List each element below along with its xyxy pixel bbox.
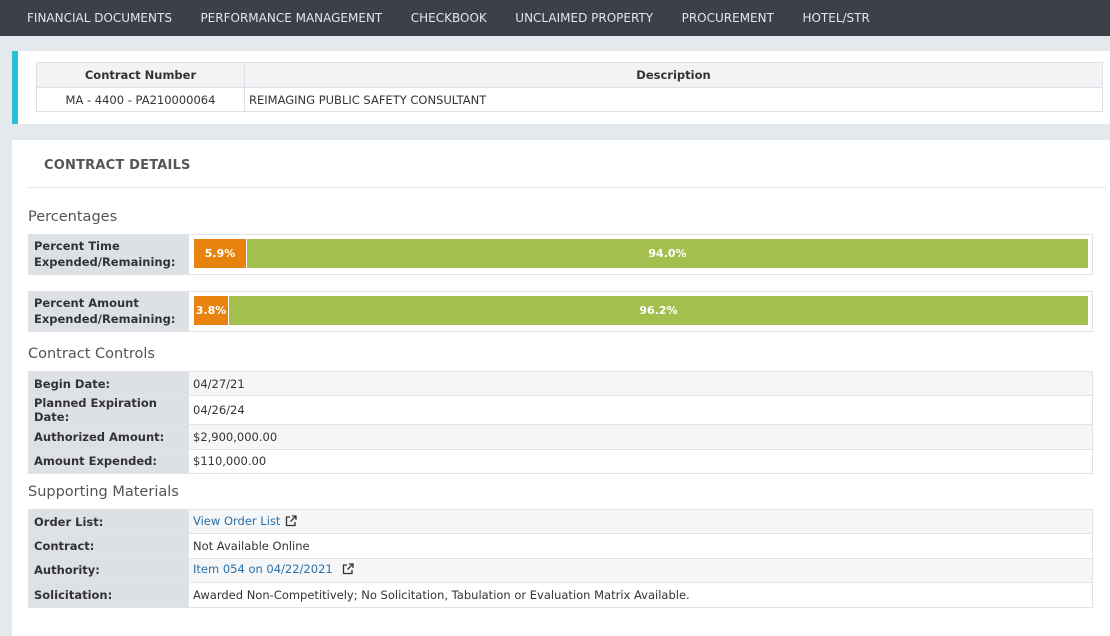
percent-time-row: Percent Time Expended/Remaining: 5.9% 94… [28,234,1093,275]
solicitation-label: Solicitation: [28,582,189,608]
table-row: Contract: Not Available Online [28,533,1093,559]
contract-details-card: CONTRACT DETAILS Percentages Percent Tim… [12,140,1110,636]
percent-amount-label-line1: Percent Amount [34,296,139,310]
nav-unclaimed-property[interactable]: UNCLAIMED PROPERTY [515,11,653,25]
nav-hotel-str[interactable]: HOTEL/STR [802,11,869,25]
order-list-label: Order List: [28,508,189,535]
nav-procurement[interactable]: PROCUREMENT [682,11,774,25]
authorized-amount-label: Authorized Amount: [28,424,189,450]
authorized-amount-value: $2,900,000.00 [188,424,1093,450]
top-nav: FINANCIAL DOCUMENTS PERFORMANCE MANAGEME… [0,0,1110,36]
order-list-cell: View Order List [188,508,1093,535]
description-header: Description [244,62,1103,88]
card-title: CONTRACT DETAILS [44,158,191,173]
nav-performance-management[interactable]: PERFORMANCE MANAGEMENT [200,11,382,25]
percent-time-label: Percent Time Expended/Remaining: [29,235,189,274]
supporting-materials-table: Order List: View Order List Contract: No… [28,508,1093,608]
percent-amount-bar: 3.8% 96.2% [194,296,1088,325]
table-row: Planned Expiration Date: 04/26/24 [28,395,1093,426]
percentages-title: Percentages [28,209,118,225]
description-value: REIMAGING PUBLIC SAFETY CONSULTANT [244,87,1103,112]
contract-header-card: Contract Number Description MA - 4400 - … [12,51,1110,124]
begin-date-label: Begin Date: [28,370,189,397]
nav-financial-documents[interactable]: FINANCIAL DOCUMENTS [27,11,172,25]
external-link-icon[interactable] [342,563,354,578]
table-row: Authority: Item 054 on 04/22/2021 [28,557,1093,584]
divider [28,187,1106,188]
amount-expended-segment: 3.8% [194,296,229,325]
time-expended-segment: 5.9% [194,239,247,268]
table-row: Authorized Amount: $2,900,000.00 [28,424,1093,450]
contract-controls-table: Begin Date: 04/27/21 Planned Expiration … [28,370,1093,475]
percent-time-label-line1: Percent Time [34,239,120,253]
percent-amount-label-line2: Expended/Remaining: [34,311,176,326]
contract-value: Not Available Online [188,533,1093,559]
percent-time-label-line2: Expended/Remaining: [34,254,176,269]
table-row: Order List: View Order List [28,508,1093,535]
table-row: Begin Date: 04/27/21 [28,370,1093,397]
amount-expended-value: $110,000.00 [188,448,1093,475]
nav-checkbook[interactable]: CHECKBOOK [411,11,487,25]
time-remaining-segment: 94.0% [247,239,1088,268]
supporting-materials-title: Supporting Materials [28,484,179,500]
planned-expiration-label: Planned Expiration Date: [28,395,189,426]
percent-amount-row: Percent Amount Expended/Remaining: 3.8% … [28,291,1093,332]
contract-header-table: Contract Number Description MA - 4400 - … [36,62,1103,112]
table-row: Solicitation: Awarded Non-Competitively;… [28,582,1093,608]
table-row: Amount Expended: $110,000.00 [28,448,1093,475]
begin-date-value: 04/27/21 [188,370,1093,397]
contract-number-header: Contract Number [36,62,245,88]
amount-remaining-segment: 96.2% [229,296,1088,325]
contract-controls-title: Contract Controls [28,346,155,362]
planned-expiration-value: 04/26/24 [188,395,1093,426]
contract-label: Contract: [28,533,189,559]
authority-label: Authority: [28,557,189,584]
authority-item-link[interactable]: Item 054 on 04/22/2021 [193,562,333,576]
view-order-list-link[interactable]: View Order List [193,514,280,528]
solicitation-value: Awarded Non-Competitively; No Solicitati… [188,582,1093,608]
percent-time-bar: 5.9% 94.0% [194,239,1088,268]
authority-cell: Item 054 on 04/22/2021 [188,557,1093,584]
contract-number-value: MA - 4400 - PA210000064 [36,87,245,112]
external-link-icon[interactable] [285,515,298,530]
amount-expended-label: Amount Expended: [28,448,189,475]
percent-amount-label: Percent Amount Expended/Remaining: [29,292,189,331]
